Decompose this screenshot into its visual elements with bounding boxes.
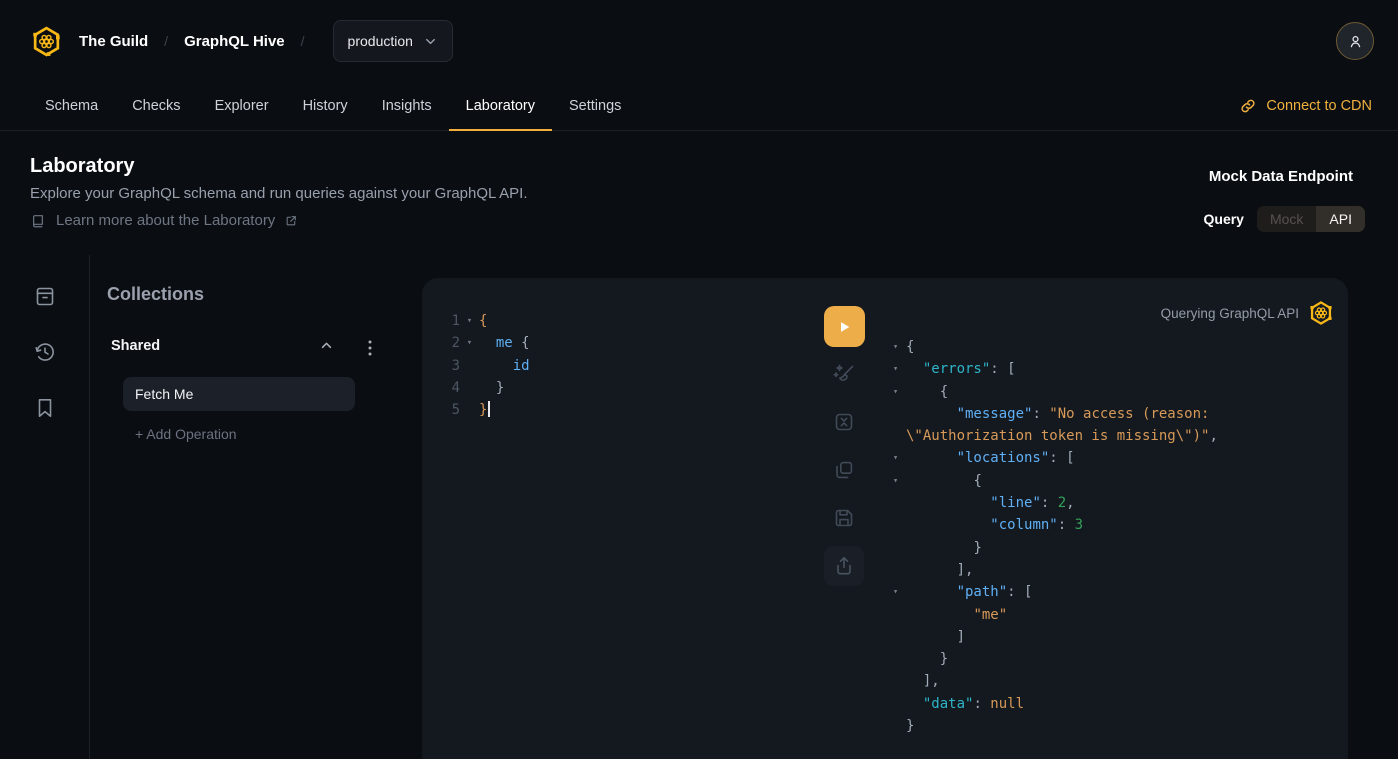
tab-settings[interactable]: Settings bbox=[552, 82, 638, 130]
bookmark-icon bbox=[33, 396, 57, 420]
collections-archive-button[interactable] bbox=[33, 284, 57, 308]
history-icon bbox=[33, 340, 57, 364]
page-title: Laboratory bbox=[30, 155, 134, 178]
collections-heading: Collections bbox=[107, 284, 204, 305]
graphiql-panel: 1▾{2▾ me {3 id4 }5} bbox=[422, 278, 1348, 759]
page-subtitle: Explore your GraphQL schema and run quer… bbox=[30, 185, 528, 202]
lab-sidebar-rail bbox=[0, 255, 90, 759]
connect-to-cdn-label: Connect to CDN bbox=[1266, 98, 1372, 114]
tab-schema[interactable]: Schema bbox=[28, 82, 115, 130]
response-json[interactable]: ▾{▾ "errors": [▾ { "message": "No access… bbox=[893, 336, 1344, 737]
book-icon bbox=[30, 213, 46, 229]
save-operation-icon[interactable] bbox=[832, 506, 856, 530]
collection-menu-kebab-icon[interactable] bbox=[362, 339, 378, 357]
chevron-up-icon[interactable] bbox=[318, 337, 335, 354]
collection-group-label: Shared bbox=[111, 338, 160, 354]
response-pane: Querying GraphQL API ▾{▾ "errors": [▾ { … bbox=[887, 278, 1348, 759]
tab-insights[interactable]: Insights bbox=[365, 82, 449, 130]
breadcrumb-separator: / bbox=[164, 33, 168, 49]
breadcrumb: The Guild / GraphQL Hive / production bbox=[30, 20, 453, 62]
response-status-text: Querying GraphQL API bbox=[1161, 306, 1299, 321]
chevron-down-icon bbox=[423, 34, 438, 49]
breadcrumb-separator: / bbox=[301, 33, 305, 49]
hive-logo-icon bbox=[1308, 300, 1334, 326]
connect-to-cdn-link[interactable]: Connect to CDN bbox=[1239, 97, 1372, 115]
endpoint-toggle-row: Query Mock API bbox=[1204, 206, 1366, 232]
endpoint-option-api[interactable]: API bbox=[1316, 206, 1365, 232]
tab-checks[interactable]: Checks bbox=[115, 82, 197, 130]
play-icon bbox=[835, 318, 853, 336]
external-link-icon bbox=[285, 214, 298, 227]
link-icon bbox=[1239, 97, 1257, 115]
query-editor[interactable]: 1▾{2▾ me {3 id4 }5} bbox=[422, 310, 812, 421]
project-nav: Schema Checks Explorer History Insights … bbox=[0, 82, 1398, 131]
tab-laboratory[interactable]: Laboratory bbox=[449, 82, 552, 130]
user-avatar[interactable] bbox=[1336, 22, 1374, 60]
editor-toolbar bbox=[822, 306, 866, 586]
learn-more-link[interactable]: Learn more about the Laboratory bbox=[30, 212, 298, 229]
target-selector-dropdown[interactable]: production bbox=[333, 20, 453, 62]
history-button[interactable] bbox=[33, 340, 57, 364]
execute-query-button[interactable] bbox=[824, 306, 865, 347]
target-selector-value: production bbox=[348, 33, 413, 49]
operation-item-label: Fetch Me bbox=[135, 386, 193, 402]
bookmarks-button[interactable] bbox=[33, 396, 57, 420]
merge-fragments-icon[interactable] bbox=[832, 410, 856, 434]
endpoint-option-mock[interactable]: Mock bbox=[1257, 206, 1316, 232]
top-header: The Guild / GraphQL Hive / production bbox=[0, 0, 1398, 82]
share-icon bbox=[832, 554, 856, 578]
tab-explorer[interactable]: Explorer bbox=[198, 82, 286, 130]
person-icon bbox=[1346, 32, 1365, 51]
tab-history[interactable]: History bbox=[286, 82, 365, 130]
add-operation-button[interactable]: + Add Operation bbox=[135, 426, 237, 442]
archive-icon bbox=[33, 284, 57, 308]
hive-logo-icon[interactable] bbox=[30, 25, 63, 58]
prettify-icon[interactable] bbox=[832, 362, 856, 386]
breadcrumb-org[interactable]: The Guild bbox=[79, 33, 148, 50]
endpoint-segmented-control: Mock API bbox=[1257, 206, 1365, 232]
collection-group-shared[interactable]: Shared bbox=[111, 337, 335, 354]
learn-more-label: Learn more about the Laboratory bbox=[56, 212, 275, 229]
response-status: Querying GraphQL API bbox=[1161, 300, 1334, 326]
query-toggle-label: Query bbox=[1204, 211, 1244, 227]
mock-endpoint-title: Mock Data Endpoint bbox=[1209, 168, 1353, 185]
copy-query-icon[interactable] bbox=[832, 458, 856, 482]
operation-item-fetch-me[interactable]: Fetch Me bbox=[123, 377, 355, 411]
breadcrumb-project[interactable]: GraphQL Hive bbox=[184, 33, 285, 50]
share-operation-button[interactable] bbox=[824, 546, 864, 586]
